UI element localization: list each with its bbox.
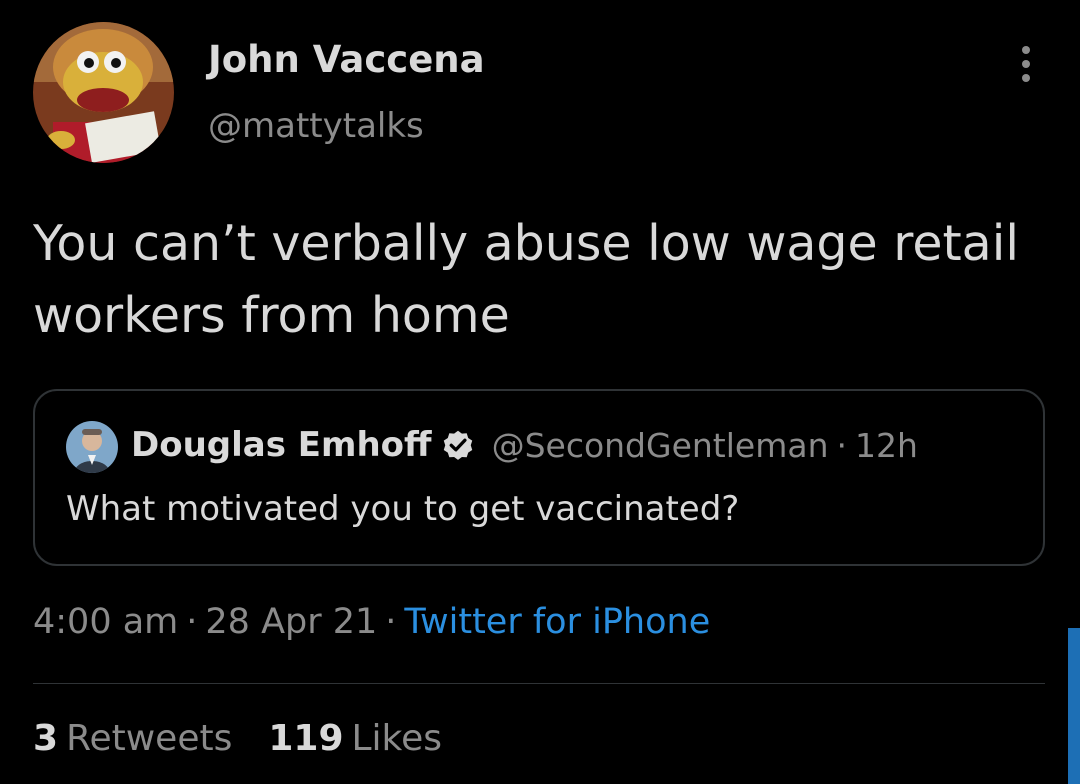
more-options-button[interactable] [1010, 42, 1042, 86]
likes-label: Likes [351, 718, 443, 759]
quoted-timestamp: 12h [855, 425, 918, 465]
author-handle[interactable]: @mattytalks [208, 106, 424, 146]
author-avatar[interactable] [33, 22, 174, 163]
quoted-author-avatar [66, 421, 118, 473]
likes-stat[interactable]: 119 Likes [268, 718, 442, 759]
quoted-tweet-header: Douglas Emhoff @SecondGentleman · 12h [131, 425, 918, 465]
tweet-stats: 3 Retweets 119 Likes [33, 718, 478, 759]
tweet-date[interactable]: 28 Apr 21 [205, 602, 377, 642]
retweets-stat[interactable]: 3 Retweets [33, 718, 232, 759]
quoted-author-handle: @SecondGentleman [491, 425, 829, 465]
tweet-source-link[interactable]: Twitter for iPhone [404, 602, 710, 642]
author-name[interactable]: John Vaccena [208, 38, 485, 81]
scroll-indicator[interactable] [1068, 628, 1080, 784]
quoted-author-name: Douglas Emhoff [131, 425, 432, 465]
tweet-meta: 4:00 am · 28 Apr 21 · Twitter for iPhone [33, 602, 710, 642]
meta-separator: · [385, 602, 397, 642]
quoted-tweet-card[interactable]: Douglas Emhoff @SecondGentleman · 12h Wh… [33, 389, 1045, 566]
meta-separator: · [186, 602, 198, 642]
tweet-time[interactable]: 4:00 am [33, 602, 178, 642]
puppet-avatar-icon [33, 22, 174, 163]
verified-badge-icon [443, 430, 472, 460]
likes-count: 119 [268, 718, 344, 759]
retweets-count: 3 [33, 718, 59, 759]
quoted-separator: · [836, 425, 848, 465]
more-vertical-icon [1022, 46, 1030, 82]
retweets-label: Retweets [66, 718, 233, 759]
person-avatar-icon [66, 421, 118, 473]
divider [33, 683, 1045, 684]
tweet-text: You can’t verbally abuse low wage retail… [33, 215, 1019, 344]
quoted-tweet-text: What motivated you to get vaccinated? [66, 489, 740, 529]
